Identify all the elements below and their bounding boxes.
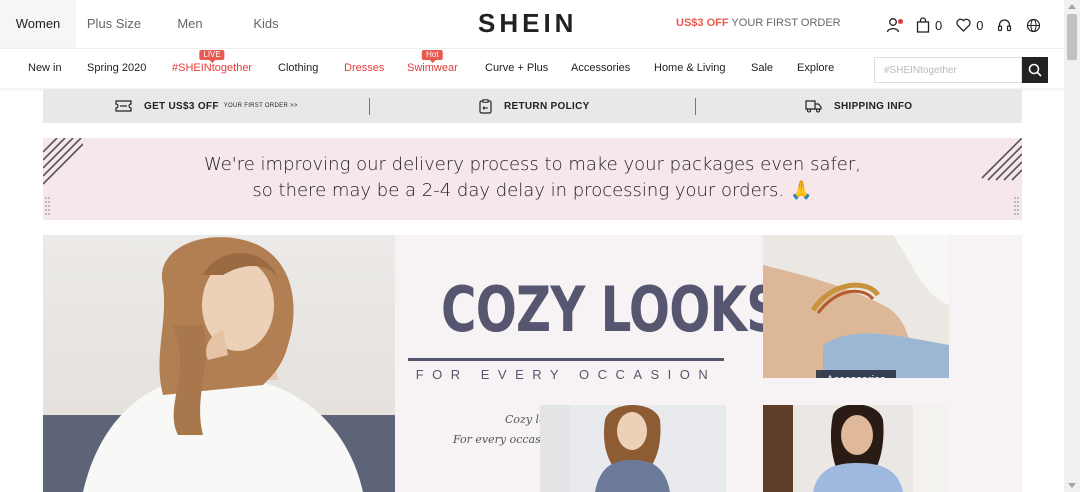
nav-clothing[interactable]: Clothing	[278, 62, 318, 74]
bag-icon[interactable]: 0	[916, 17, 942, 33]
curve-model-image	[763, 405, 949, 492]
wishlist-count: 0	[976, 17, 984, 33]
heart-icon[interactable]: 0	[956, 18, 983, 33]
truck-icon	[805, 100, 822, 113]
hot-tag: Hot	[422, 50, 443, 63]
bracelet-image	[763, 235, 949, 378]
nav-new-in[interactable]: New in	[28, 62, 62, 74]
divider	[695, 98, 696, 115]
hero-divider	[408, 358, 724, 361]
notice-line-1: We're improving our delivery process to …	[203, 154, 862, 175]
live-tag: LIVE	[199, 50, 225, 63]
nav-label: Swimwear	[407, 62, 458, 74]
offer-label: GET US$3 OFF	[144, 100, 219, 112]
accessories-label[interactable]: Accessories	[816, 370, 896, 378]
scroll-up-arrow[interactable]	[1068, 4, 1076, 9]
return-icon	[479, 98, 492, 114]
search-button[interactable]	[1022, 57, 1048, 83]
nav-label: Clothing	[278, 62, 319, 74]
nav-label: Dresses	[344, 62, 385, 74]
nav-label: Spring 2020	[87, 62, 147, 74]
hero-model-photo[interactable]	[43, 235, 395, 492]
dress-model-image	[540, 405, 670, 492]
nav-label: #SHEINtogether	[172, 62, 253, 74]
nav-label: Sale	[751, 62, 774, 74]
dress-product-tile[interactable]	[540, 405, 726, 492]
nav-curve-plus[interactable]: Curve + Plus	[485, 62, 548, 74]
tab-kids[interactable]: Kids	[228, 0, 304, 48]
nav-explore[interactable]: Explore	[797, 62, 834, 74]
accessories-tile[interactable]: Accessories	[763, 235, 949, 378]
offer-small-text: YOUR FIRST ORDER >>	[223, 103, 298, 109]
curve-product-tile[interactable]	[763, 405, 949, 492]
nav-home-living[interactable]: Home & Living	[654, 62, 726, 74]
nav-spring-2020[interactable]: Spring 2020	[87, 62, 146, 74]
model-illustration	[43, 237, 395, 492]
info-strip: GET US$3 OFF YOUR FIRST ORDER >> RETURN …	[43, 89, 1022, 123]
nav-label: New in	[28, 62, 62, 74]
top-icons: 0 0	[886, 13, 1055, 37]
shipping-info-label: SHIPPING INFO	[834, 100, 913, 112]
nav-swimwear[interactable]: Hot Swimwear	[407, 50, 458, 74]
nav-dresses[interactable]: Dresses	[344, 62, 384, 74]
divider	[369, 98, 370, 115]
nav-label: Curve + Plus	[485, 62, 549, 74]
nav-label: Accessories	[571, 62, 631, 74]
hero-banner[interactable]: COZY LOOKS FOR EVERY OCCASION Cozy looks…	[43, 235, 1022, 492]
search-icon	[1028, 63, 1042, 77]
notice-message: We're improving our delivery process to …	[43, 152, 1022, 204]
nav-label: Explore	[797, 62, 835, 74]
return-policy-link[interactable]: RETURN POLICY	[479, 89, 590, 123]
promo-highlight: US$3 OFF	[676, 17, 729, 29]
hero-title: COZY LOOKS	[440, 273, 781, 346]
tab-women[interactable]: Women	[0, 0, 76, 48]
nav-accessories[interactable]: Accessories	[571, 62, 630, 74]
main-nav: New in Spring 2020 LIVE #SHEINtogether Cl…	[0, 48, 1064, 88]
top-bar: Women Plus Size Men Kids SHEIN US$3 OFF …	[0, 0, 1064, 48]
first-order-offer-link[interactable]: GET US$3 OFF YOUR FIRST ORDER >>	[115, 89, 298, 123]
shipping-info-link[interactable]: SHIPPING INFO	[805, 89, 912, 123]
notification-dot	[898, 19, 903, 24]
pray-emoji: 🙏	[790, 180, 813, 201]
hero-subtitle: FOR EVERY OCCASION	[415, 367, 717, 382]
delivery-notice-banner: We're improving our delivery process to …	[43, 138, 1022, 220]
headset-icon[interactable]	[997, 18, 1012, 33]
nav-sale[interactable]: Sale	[751, 62, 773, 74]
scroll-thumb[interactable]	[1067, 14, 1077, 60]
nav-label: Home & Living	[654, 62, 726, 74]
tab-men[interactable]: Men	[152, 0, 228, 48]
promo-text: YOUR FIRST ORDER	[728, 17, 841, 29]
account-icon[interactable]	[886, 17, 903, 33]
notice-line-2: so there may be a 2-4 day delay in proce…	[252, 180, 785, 201]
cart-count: 0	[935, 17, 943, 33]
scroll-down-arrow[interactable]	[1068, 483, 1076, 488]
search-input[interactable]	[874, 57, 1022, 83]
nav-sheintogether[interactable]: LIVE #SHEINtogether	[172, 50, 253, 74]
globe-icon[interactable]	[1026, 18, 1041, 33]
page-scrollbar[interactable]	[1064, 0, 1080, 492]
shein-logo[interactable]: SHEIN	[478, 8, 577, 39]
coupon-icon	[115, 100, 132, 112]
first-order-promo[interactable]: US$3 OFF YOUR FIRST ORDER	[676, 17, 841, 29]
return-policy-label: RETURN POLICY	[504, 100, 590, 112]
tab-plus-size[interactable]: Plus Size	[76, 0, 152, 48]
